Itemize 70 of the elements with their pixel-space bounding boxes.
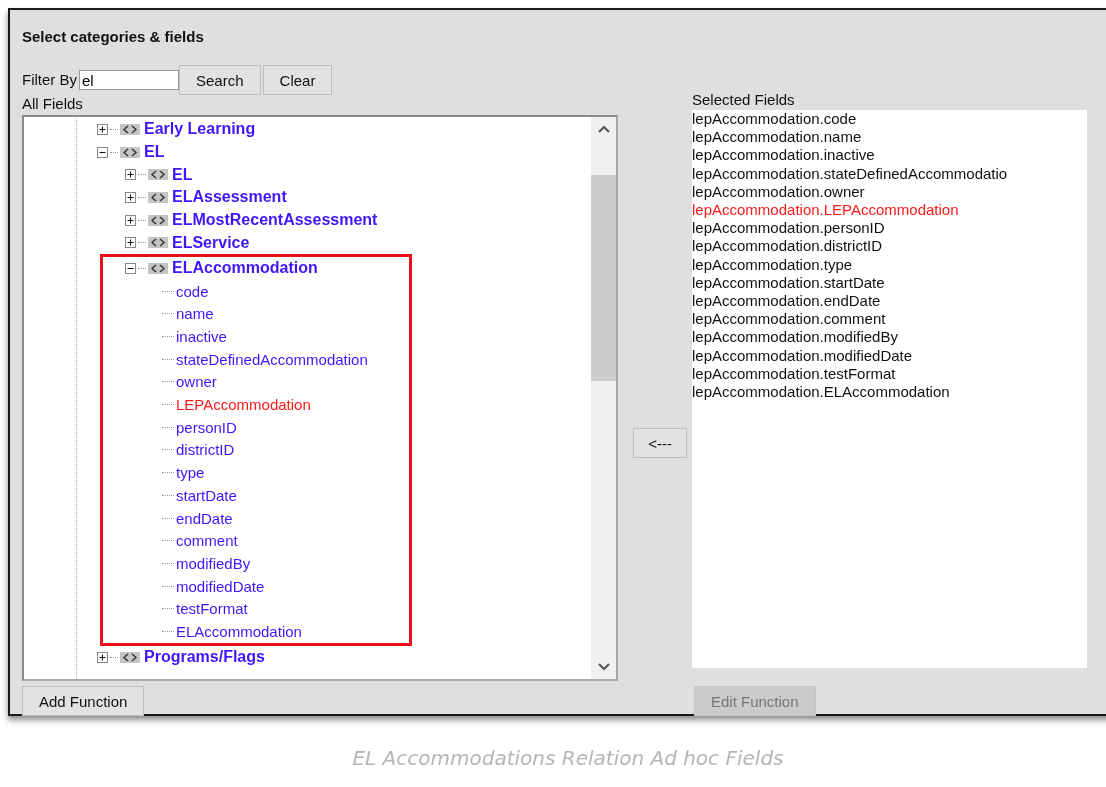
code-icon bbox=[148, 237, 168, 249]
code-icon bbox=[120, 651, 140, 663]
field-item[interactable]: modifiedBy bbox=[176, 554, 251, 572]
scroll-up-icon[interactable] bbox=[597, 125, 610, 133]
remove-button[interactable]: <--- bbox=[633, 428, 687, 458]
selected-field-item[interactable]: lepAccommodation.owner bbox=[692, 182, 1087, 201]
panel-title: Select categories & fields bbox=[22, 28, 205, 45]
category-item[interactable]: ELMostRecentAssessment bbox=[172, 211, 378, 230]
field-item[interactable]: name bbox=[176, 305, 214, 323]
field-item[interactable]: code bbox=[176, 282, 209, 300]
code-icon bbox=[120, 146, 140, 158]
category-item[interactable]: EL bbox=[172, 165, 193, 184]
selected-field-item[interactable]: lepAccommodation.endDate bbox=[692, 292, 1087, 311]
selected-field-item[interactable]: lepAccommodation.inactive bbox=[692, 146, 1087, 165]
selected-field-item[interactable]: lepAccommodation.LEPAccommodation bbox=[692, 201, 1087, 220]
selected-field-item[interactable]: lepAccommodation.comment bbox=[692, 310, 1087, 329]
selected-field-item[interactable]: lepAccommodation.modifiedDate bbox=[692, 346, 1087, 365]
code-icon bbox=[148, 191, 168, 203]
expand-icon[interactable] bbox=[97, 123, 108, 135]
code-icon bbox=[148, 169, 168, 181]
field-item[interactable]: comment bbox=[176, 532, 238, 550]
add-function-button[interactable]: Add Function bbox=[22, 686, 145, 716]
category-item[interactable]: EL bbox=[144, 143, 165, 162]
field-item[interactable]: ELAccommodation bbox=[176, 622, 302, 640]
scrollbar[interactable] bbox=[591, 117, 616, 679]
selected-field-item[interactable]: lepAccommodation.startDate bbox=[692, 273, 1087, 293]
field-item[interactable]: endDate bbox=[176, 509, 233, 527]
field-item[interactable]: districtID bbox=[176, 441, 235, 459]
selected-field-item[interactable]: lepAccommodation.name bbox=[692, 128, 1087, 147]
expand-icon[interactable] bbox=[125, 191, 136, 203]
field-item[interactable]: owner bbox=[176, 373, 217, 391]
field-item[interactable]: LEPAccommodation bbox=[176, 396, 311, 414]
category-item[interactable]: ELAccommodation bbox=[172, 259, 318, 278]
selected-field-item[interactable]: lepAccommodation.ELAccommodation bbox=[692, 383, 1087, 402]
code-icon bbox=[120, 123, 140, 135]
selected-field-item[interactable]: lepAccommodation.modifiedBy bbox=[692, 328, 1087, 347]
field-item[interactable]: startDate bbox=[176, 486, 237, 504]
filter-field[interactable]: el bbox=[79, 70, 179, 90]
expand-icon[interactable] bbox=[125, 237, 136, 249]
collapse-icon[interactable] bbox=[125, 262, 136, 274]
scroll-down-icon[interactable] bbox=[597, 663, 610, 671]
search-button[interactable]: Search bbox=[179, 65, 261, 95]
all-fields-label: All Fields bbox=[22, 95, 84, 113]
field-item[interactable]: modifiedDate bbox=[176, 577, 265, 595]
category-item[interactable]: ELAssessment bbox=[172, 188, 287, 207]
category-item[interactable]: Programs/Flags bbox=[144, 648, 265, 667]
clear-button[interactable]: Clear bbox=[262, 65, 333, 95]
expand-icon[interactable] bbox=[97, 651, 108, 663]
code-icon bbox=[148, 262, 168, 274]
selected-fields-label: Selected Fields bbox=[692, 91, 796, 109]
selected-field-item[interactable]: lepAccommodation.personID bbox=[692, 219, 1087, 238]
scroll-thumb[interactable] bbox=[591, 175, 616, 381]
field-item[interactable]: stateDefinedAccommodation bbox=[176, 350, 368, 368]
collapse-icon[interactable] bbox=[97, 146, 108, 158]
selected-field-item[interactable]: lepAccommodation.stateDefinedAccommodatio bbox=[692, 164, 1087, 183]
field-item[interactable]: inactive bbox=[176, 328, 227, 346]
selected-field-item[interactable]: lepAccommodation.code bbox=[692, 110, 1087, 129]
category-item[interactable]: ELService bbox=[172, 233, 250, 252]
code-icon bbox=[148, 214, 168, 226]
figure-caption: EL Accommodations Relation Ad hoc Fields bbox=[351, 746, 785, 770]
filter-label: Filter By bbox=[22, 71, 77, 89]
expand-icon[interactable] bbox=[125, 169, 136, 181]
field-item[interactable]: personID bbox=[176, 418, 237, 436]
selected-field-item[interactable]: lepAccommodation.type bbox=[692, 255, 1087, 274]
selected-field-item[interactable]: lepAccommodation.testFormat bbox=[692, 364, 1087, 384]
expand-icon[interactable] bbox=[125, 214, 136, 226]
selected-field-item[interactable]: lepAccommodation.districtID bbox=[692, 237, 1087, 256]
field-item[interactable]: type bbox=[176, 464, 205, 482]
field-item[interactable]: testFormat bbox=[176, 600, 248, 618]
category-item[interactable]: Early Learning bbox=[144, 120, 256, 139]
